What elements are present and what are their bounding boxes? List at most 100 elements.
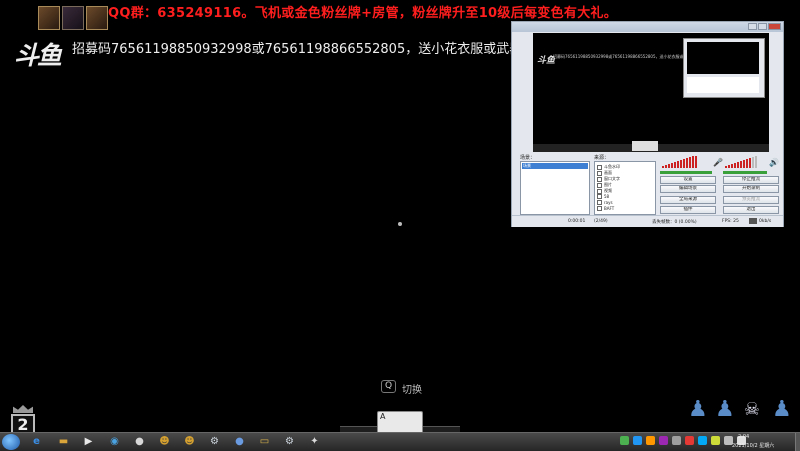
switch-label: 切换 <box>402 385 422 396</box>
nested-preview-screen <box>687 42 759 74</box>
settings-button[interactable]: 设置 <box>660 176 716 184</box>
taskbar: e ▬ ▶ ◉ ● ☻ ☻ ⚙ ● ▭ ⚙ ✦ 2:04 2021/10/2 星… <box>0 432 800 451</box>
source-item[interactable]: rays <box>597 200 613 205</box>
exit-button[interactable]: 退出 <box>723 206 779 214</box>
files-icon: ▭ <box>259 436 270 447</box>
player-figure-icon: ♟ <box>772 397 792 422</box>
start-record-button[interactable]: 开始录制 <box>723 185 779 193</box>
nested-obs-preview <box>683 38 765 98</box>
monkey2-icon: ☻ <box>184 436 195 447</box>
source-checkbox[interactable] <box>597 164 602 170</box>
obs-titlebar[interactable] <box>512 22 783 32</box>
steam2-icon: ⚙ <box>285 436 294 447</box>
source-item[interactable]: BAFT <box>597 206 614 211</box>
stop-stream-button[interactable]: 停止推流 <box>723 176 779 184</box>
taskbar-app[interactable]: e <box>28 434 45 449</box>
taskbar-app[interactable]: ✦ <box>306 434 323 449</box>
source-label: BAFT <box>604 206 615 211</box>
mic-volume-meter <box>662 156 697 168</box>
speaker-icon[interactable]: 🔊 <box>769 158 779 167</box>
source-label: rays <box>604 200 613 205</box>
scene-item[interactable]: 场景 <box>522 163 588 169</box>
taskbar-app[interactable]: ⚙ <box>206 434 223 449</box>
source-checkbox[interactable] <box>597 182 602 188</box>
bitrate-readout: 0kb/s <box>759 219 772 224</box>
preview-card <box>632 141 658 151</box>
mic-level-bar <box>660 171 712 174</box>
character-portrait-icon <box>86 6 108 30</box>
taskbar-app[interactable]: ☻ <box>156 434 173 449</box>
plugins-button[interactable]: 插件 <box>660 206 716 214</box>
mic-icon[interactable]: 🎤 <box>713 158 723 167</box>
sources-label: 来源： <box>594 155 610 161</box>
taskbar-app[interactable]: ▶ <box>80 434 97 449</box>
nested-preview-panel <box>687 77 759 93</box>
wechat-icon: ◉ <box>110 436 119 447</box>
crown-icon <box>13 405 33 413</box>
scenes-list[interactable]: 场景 <box>520 161 590 215</box>
maximize-button[interactable] <box>758 23 767 30</box>
switch-keycap: Q <box>381 380 396 393</box>
source-checkbox[interactable] <box>597 206 602 211</box>
clock-date[interactable]: 2021/10/2 星期六 <box>732 442 774 449</box>
taskbar-app[interactable]: ▭ <box>256 434 273 449</box>
obs-icon: ● <box>135 436 144 447</box>
source-checkbox[interactable] <box>597 200 602 205</box>
card-letter: A <box>380 412 386 421</box>
stream-ratio: (2/49) <box>594 219 608 224</box>
tray-icon[interactable] <box>672 436 681 445</box>
taskbar-app[interactable]: ⚙ <box>281 434 298 449</box>
tray-icon[interactable] <box>633 436 642 445</box>
character-portraits <box>38 6 108 32</box>
source-checkbox[interactable] <box>597 170 602 176</box>
game-icon: ✦ <box>310 436 319 447</box>
tray-icon[interactable] <box>646 436 655 445</box>
preview-stream-button[interactable]: 预览推流 <box>723 196 779 204</box>
desktop-level-bar <box>723 171 767 174</box>
tray-icon[interactable] <box>659 436 668 445</box>
tray-icon[interactable] <box>685 436 694 445</box>
source-label: 58 <box>604 194 610 199</box>
sources-list[interactable]: 斗鱼水印 画面 窗口文字 图片 视频 58 rays BAFT <box>594 161 656 215</box>
source-item[interactable]: 58 <box>597 194 609 199</box>
tray-icon[interactable] <box>698 436 707 445</box>
taskbar-app[interactable]: ▬ <box>55 434 72 449</box>
monkey-icon: ☻ <box>159 436 170 447</box>
steam-icon: ⚙ <box>210 436 219 447</box>
tray-icon[interactable] <box>620 436 629 445</box>
taskbar-app[interactable]: ● <box>131 434 148 449</box>
taskbar-app[interactable]: ● <box>231 434 248 449</box>
player-figure-icon: ♟ <box>688 397 708 422</box>
ie-icon: e <box>33 436 40 447</box>
crosshair-dot <box>398 222 402 226</box>
scenes-label: 场景： <box>520 155 536 161</box>
taskbar-app[interactable]: ◉ <box>106 434 123 449</box>
obs-preview: 斗鱼 招募码76561198850932998或7656119886655280… <box>533 33 769 151</box>
stream-status-indicator <box>749 218 757 224</box>
start-button[interactable] <box>2 434 20 450</box>
minimize-button[interactable] <box>748 23 757 30</box>
edit-scene-button[interactable]: 编辑场景 <box>660 185 716 193</box>
penguin-icon: ● <box>235 436 244 447</box>
obs-window: 斗鱼 招募码76561198850932998或7656119886655280… <box>511 21 784 227</box>
source-checkbox[interactable] <box>597 176 602 182</box>
obs-status-bar: 0:00:01 (2/49) 丢失帧数：0 (0.00%) FPS: 25 0k… <box>512 215 783 227</box>
close-button[interactable] <box>768 23 781 30</box>
character-portrait-icon <box>38 6 60 30</box>
taskbar-app[interactable]: ☻ <box>181 434 198 449</box>
douyu-logo: 斗鱼 <box>14 41 62 70</box>
source-checkbox[interactable] <box>597 194 602 199</box>
character-portrait-icon <box>62 6 84 30</box>
system-tray <box>620 436 746 445</box>
show-desktop-button[interactable] <box>795 433 800 451</box>
source-checkbox[interactable] <box>597 188 602 194</box>
window-controls <box>748 23 781 30</box>
fps-readout: FPS: 25 <box>722 219 739 224</box>
clock-time[interactable]: 2:04 <box>738 434 749 440</box>
global-sources-button[interactable]: 全局来源 <box>660 196 716 204</box>
folder-icon: ▬ <box>58 436 69 447</box>
tray-icon[interactable] <box>711 436 720 445</box>
stream-time: 0:00:01 <box>568 219 586 224</box>
skull-icon: ☠ <box>743 399 761 420</box>
media-player-icon: ▶ <box>84 436 93 447</box>
